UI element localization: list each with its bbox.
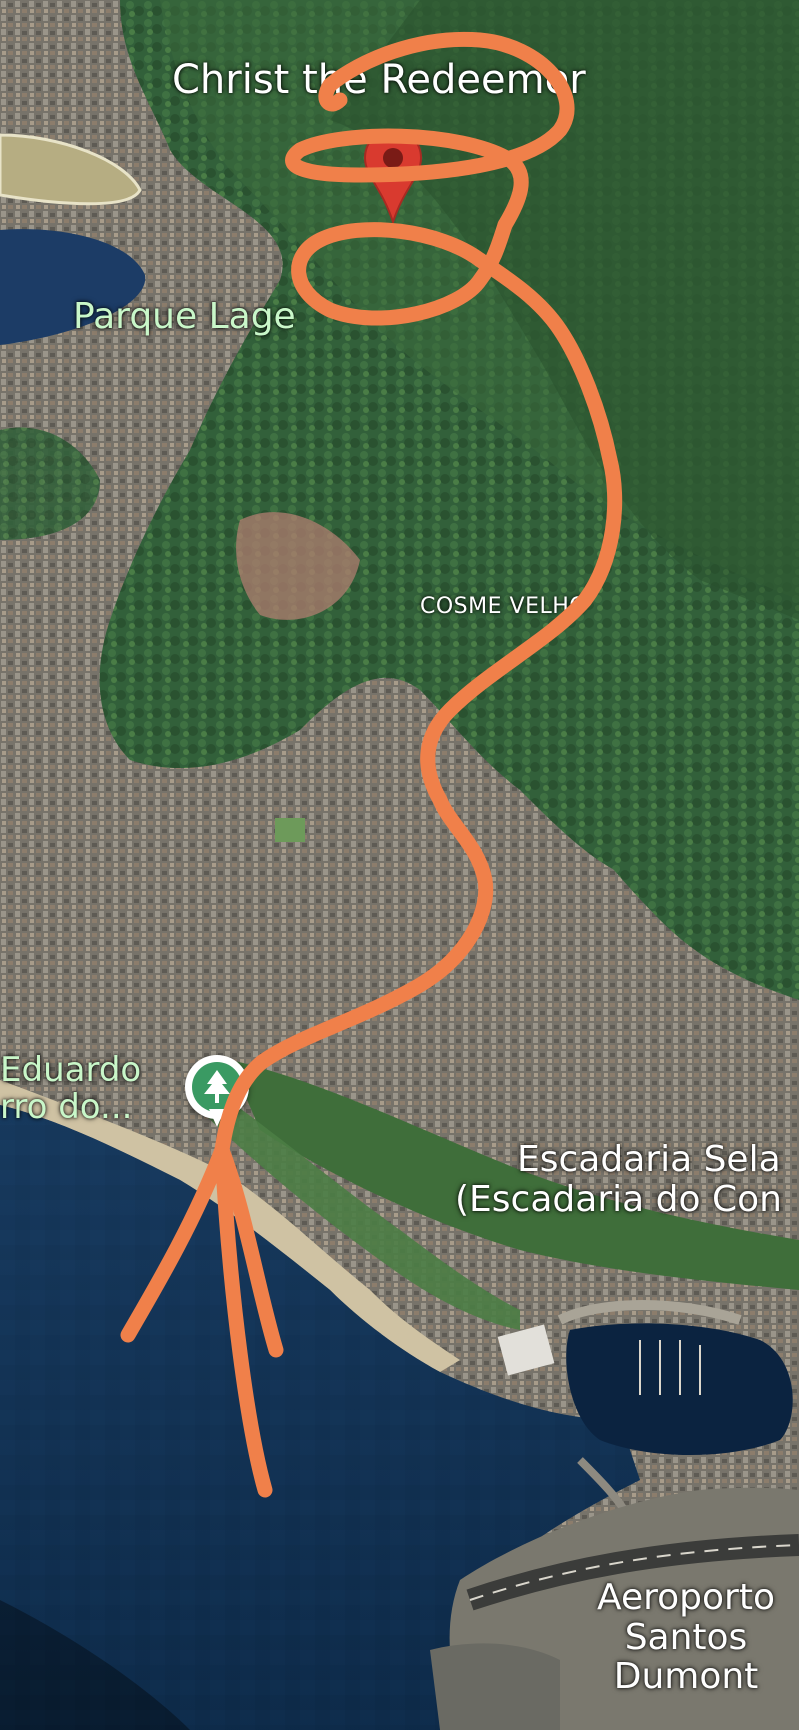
satellite-map[interactable]: Christ the Redeemer Parque Lage COSME VE… [0, 0, 799, 1730]
tree-icon [204, 1070, 230, 1103]
aeroporto-label-line1: Aeroporto [597, 1577, 775, 1618]
eduardo-label-line1: Eduardo [0, 1050, 142, 1090]
christ-the-redeemer-label[interactable]: Christ the Redeemer [172, 58, 586, 102]
aeroporto-label-line3: Dumont [613, 1656, 759, 1698]
escadaria-label-line1: Escadaria Sela [517, 1139, 781, 1180]
aeroporto-label[interactable]: Aeroporto Santos Dumont [586, 1578, 786, 1697]
map-pin-icon[interactable] [362, 128, 424, 224]
cosme-velho-label[interactable]: COSME VELHO [420, 594, 587, 619]
eduardo-label-line2: rro do... [0, 1087, 133, 1128]
aeroporto-label-line2: Santos [624, 1616, 748, 1658]
eduardo-park-label[interactable]: Eduardo rro do... [0, 1050, 142, 1128]
park-marker[interactable] [185, 1055, 249, 1127]
escadaria-selaron-label[interactable]: Escadaria Sela (Escadaria do Con [455, 1140, 782, 1219]
map-terrain [0, 0, 799, 1730]
escadaria-label-line2: (Escadaria do Con [455, 1178, 782, 1220]
parque-lage-label[interactable]: Parque Lage [73, 297, 296, 337]
